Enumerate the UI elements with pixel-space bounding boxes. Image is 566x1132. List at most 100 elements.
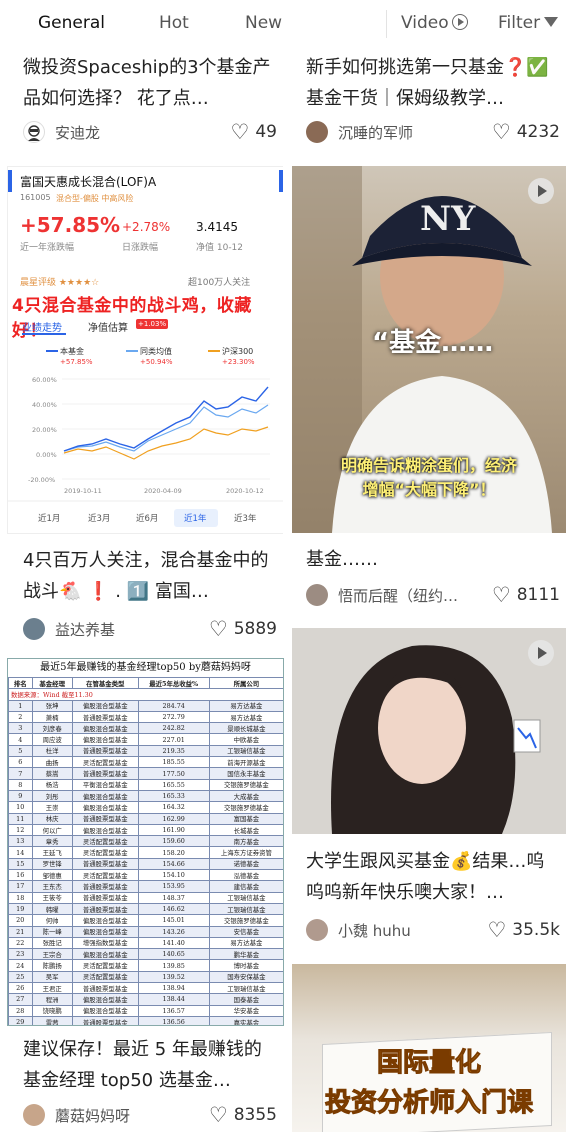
note-card[interactable]: 新手如何挑选第一只基金❓✅基金干货｜保姆级教学… 沉睡的军师 ♡ 4232 [283,48,566,158]
followers: 超100万人关注 [188,278,251,288]
table-row: 18 王筱苓 普通股票型基金 148.37 工银瑞信基金 [8,891,283,904]
table-cell: 偏股混合型基金 [71,925,139,938]
table-cell: 鹏华基金 [208,948,283,961]
table-cell: 程洲 [31,993,73,1006]
table-cover: 最近5年最赚钱的基金经理top50 by蘑菇妈妈呀 排名 基金经理 在管基金类型 最近… [7,658,284,1026]
table-cell: 19 [8,902,33,916]
table-cell: 韩曜 [31,902,73,916]
avatar[interactable] [23,618,45,640]
course-title-1: 国际量化 [376,1048,481,1079]
nav-label: 净值 10-12 [196,243,244,253]
table-cell: 8 [8,778,33,791]
table-row: 13 章秀 灵活配置型基金 159.60 南方基金 [8,835,283,848]
table-cell: 145.01 [137,914,210,927]
table-cell: 6 [8,756,33,769]
table-row: 21 陈一峰 偏股混合型基金 143.26 安信基金 [8,925,283,938]
note-card[interactable]: 富国天惠成长混合(LOF)A 161005 混合型-偏股 中高风险 +57.85… [0,166,284,646]
table-cell: 杜洋 [31,744,73,758]
table-cell: 普通股票型基金 [71,767,139,780]
legend-3-label: 沪深300 [222,346,253,356]
table-cell: 17 [8,880,33,893]
table-cell: 16 [8,869,33,882]
table-cell: 嘉实基金 [208,1015,283,1025]
table-header: 排名 [8,676,33,690]
like-count: 8355 [233,1105,277,1125]
period-1m: 近1月 [38,513,60,524]
tab-video[interactable]: Video [401,13,468,33]
avatar[interactable] [306,584,328,606]
table-cell: 饶晓鹏 [31,1004,73,1017]
table-cell: 灵活配置型基金 [71,846,139,859]
avatar[interactable] [23,1104,45,1126]
table-cell: 工银瑞信基金 [208,982,283,995]
tab-new[interactable]: New [245,13,282,33]
table-cell: 219.35 [137,744,210,758]
table-cell: 何帅 [31,914,73,927]
like-count: 49 [255,122,277,142]
table-cell: 章秀 [31,835,73,848]
heart-icon[interactable]: ♡ [492,584,511,606]
author-name: 沉睡的军师 [338,123,414,142]
table-cell: 王延飞 [31,846,73,859]
table-cell: 161.90 [137,823,210,837]
period-1y: 近1年 [184,513,207,524]
top-tab-bar: General Hot New Video Filter [0,0,566,48]
table-cell: 安信基金 [208,925,283,938]
table-row: 11 林庆 普通股票型基金 162.99 富国基金 [8,812,283,825]
series-fund [63,386,269,452]
table-cell: 灵活配置型基金 [71,756,139,769]
tab-general[interactable]: General [38,13,105,33]
table-row: 9 刘彤 偏股混合型基金 165.33 大成基金 [8,789,283,803]
note-card[interactable]: 微投资Spaceship的3个基金产品如何选择？ 花了点… 安迪龙 ♡ 49 [0,48,283,158]
table-cell: 20 [8,914,33,927]
table-cell: 上海东方证券资管 [208,846,283,859]
heart-icon[interactable]: ♡ [231,121,250,143]
heart-icon[interactable]: ♡ [492,121,511,143]
avatar[interactable] [23,121,45,143]
table-cell: 138.94 [137,982,210,995]
table-cell: 偏股混合型基金 [71,789,139,803]
avatar[interactable] [306,121,328,143]
table-cell: 曲扬 [31,756,73,769]
author-name: 益达养基 [55,620,116,639]
table-cell: 长城基金 [208,823,283,837]
table-cell: 12 [8,823,33,837]
table-row: 8 杨浩 平衡混合型基金 165.55 交银施罗德基金 [8,778,283,791]
video-cover: NY “基金…… 明确告诉糊涂蛋们，经济 增幅“大幅下降”！ [292,166,566,533]
tab-hot[interactable]: Hot [159,13,189,33]
note-card[interactable]: 国际量化 投资分析师入门课 [283,964,566,1132]
table-cell: 易方达基金 [208,710,283,724]
table-cell: 148.37 [137,891,210,904]
note-card[interactable]: 大学生跟风买基金💰结果…呜呜呜新年快乐噢大家！… 小魏 huhu ♡ 35.5k [283,628,566,958]
table-row: 29 雷茜 普通股票型基金 136.56 嘉实基金 [8,1015,283,1025]
table-cell: 张胜记 [31,936,73,950]
card-title: 建议保存！最近 5 年最赚钱的基金经理 top50 选基金… [23,1039,262,1091]
table-cell: 185.55 [137,756,210,769]
heart-icon[interactable]: ♡ [487,919,506,941]
author-name[interactable]: 安迪龙 [55,122,231,143]
table-cell: 刘彤 [31,789,73,803]
table-cell: 萧楠 [31,710,73,724]
heart-icon[interactable]: ♡ [209,618,228,640]
filter-button[interactable]: Filter [498,13,559,33]
table-cell: 11 [8,812,33,825]
y-tick: -20.00% [28,476,55,484]
x-tick: 2020-04-09 [144,487,182,495]
table-header: 所属公司 [208,676,283,690]
avatar[interactable] [306,919,328,941]
annual-return: +57.85% [20,213,121,237]
note-card[interactable]: 最近5年最赚钱的基金经理top50 by蘑菇妈妈呀 排名 基金经理 在管基金类型 最近… [0,658,284,1132]
table-cell: 普通股票型基金 [71,1015,139,1025]
heart-icon[interactable]: ♡ [209,1104,228,1126]
table-cell: 交银施罗德基金 [208,778,283,791]
table-cell: 28 [8,1004,33,1017]
table-cell: 15 [8,857,33,871]
table-cell: 普通股票型基金 [71,891,139,904]
table-row: 22 张胜记 增强指数型基金 141.40 易方达基金 [8,936,283,950]
video-label: Video [401,13,449,33]
note-card[interactable]: NY “基金…… 明确告诉糊涂蛋们，经济 增幅“大幅下降”！ 基金…… 悟而后醒… [283,166,566,616]
period-3y: 近3年 [234,513,257,524]
table-cell: 7 [8,767,33,780]
table-cell: 27 [8,993,33,1006]
legend-2-value: +50.94% [140,358,173,366]
